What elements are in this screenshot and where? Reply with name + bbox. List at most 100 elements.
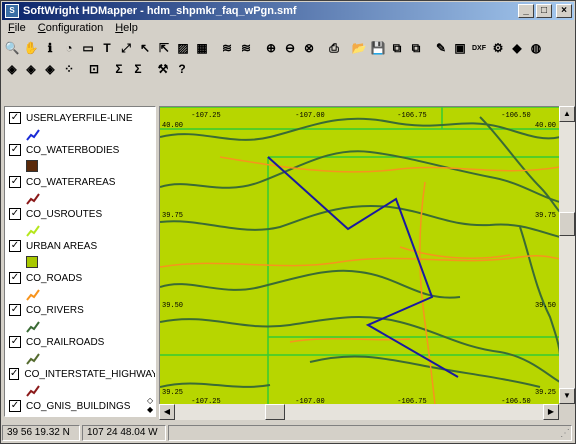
layer-add-icon[interactable]: ◈: [3, 60, 21, 78]
layer-list[interactable]: ✓ USERLAYERFILE-LINE ✓ CO_WATERBODIES ✓ CO_WA…: [4, 106, 156, 417]
right-latitude-label: 39.75: [535, 212, 556, 220]
layer-visibility-checkbox[interactable]: ✓: [9, 208, 21, 220]
scroll-down-button[interactable]: ▼: [559, 388, 575, 404]
left-latitude-label: 39.50: [162, 302, 183, 310]
layer-item[interactable]: ✓ CO_ROADS: [9, 271, 154, 302]
zoom-tool-icon[interactable]: 🔍: [3, 39, 21, 57]
title-bar: S SoftWright HDMapper - hdm_shpmkr_faq_w…: [2, 2, 574, 20]
layer-item[interactable]: ✓ CO_INTERSTATE_HIGHWAY: [9, 367, 156, 398]
layer-style-icon[interactable]: ◈: [22, 60, 40, 78]
horizontal-scrollbar[interactable]: ◀ ▶: [159, 404, 559, 420]
window-title: SoftWright HDMapper - hdm_shpmkr_faq_wPg…: [23, 5, 297, 17]
river-line: [160, 382, 271, 388]
layer-visibility-checkbox[interactable]: ✓: [9, 336, 21, 348]
info-icon[interactable]: ℹ: [41, 39, 59, 57]
map-view[interactable]: -107.25 -107.00 -106.75 -106.50 -107.25 -107.…: [159, 106, 559, 404]
scroll-left-button[interactable]: ◀: [159, 404, 175, 420]
layer-item[interactable]: ✓ CO_WATERAREAS: [9, 175, 154, 206]
layer-item[interactable]: ✓ CO_GNIS_BUILDINGS: [9, 399, 154, 417]
layer-line-swatch-icon: [26, 416, 40, 417]
edit-pointer-icon[interactable]: ⇱: [155, 39, 173, 57]
vertical-scrollbar[interactable]: ▲ ▼: [559, 106, 575, 404]
layer-item[interactable]: ✓ URBAN AREAS: [9, 239, 154, 268]
export-icon[interactable]: ⧉: [407, 39, 425, 57]
layer-item[interactable]: ✓ CO_WATERBODIES: [9, 143, 154, 172]
layer-item[interactable]: ✓ USERLAYERFILE-LINE: [9, 111, 154, 142]
pan-hand-icon[interactable]: ✋: [22, 39, 40, 57]
layers-icon[interactable]: ≋: [218, 39, 236, 57]
zoom-out-icon[interactable]: ⊖: [281, 39, 299, 57]
layer-name: CO_WATERAREAS: [26, 176, 116, 188]
layer-name: CO_INTERSTATE_HIGHWAY: [24, 368, 156, 380]
right-latitude-label: 40.00: [535, 122, 556, 130]
label-icon[interactable]: ▭: [79, 39, 97, 57]
scroll-up-button[interactable]: ▲: [559, 106, 575, 122]
zoom-in-icon[interactable]: ⊕: [262, 39, 280, 57]
top-longitude-label: -106.50: [501, 112, 530, 120]
dxf-icon[interactable]: DXF: [470, 39, 488, 57]
close-button[interactable]: ×: [556, 4, 572, 18]
menu-configuration[interactable]: Configuration: [32, 22, 109, 34]
vertical-scroll-thumb[interactable]: [559, 212, 575, 236]
gear-icon[interactable]: ⚙: [489, 39, 507, 57]
right-latitude-label: 39.25: [535, 389, 556, 397]
horizontal-scroll-thumb[interactable]: [265, 404, 285, 420]
layer-visibility-checkbox[interactable]: ✓: [9, 272, 21, 284]
help-icon[interactable]: ?: [173, 60, 191, 78]
points-icon[interactable]: ⁘: [60, 60, 78, 78]
menu-help[interactable]: Help: [109, 22, 144, 34]
layer-visibility-checkbox[interactable]: ✓: [9, 144, 21, 156]
app-window: S SoftWright HDMapper - hdm_shpmkr_faq_w…: [0, 0, 576, 444]
layer-visibility-checkbox[interactable]: ✓: [9, 304, 21, 316]
layer-item[interactable]: ✓ CO_RAILROADS: [9, 335, 154, 366]
menu-bar: File Configuration Help: [2, 20, 574, 36]
layer-item[interactable]: ✓ CO_USROUTES: [9, 207, 154, 238]
status-latitude: 39 56 19.32 N: [2, 425, 80, 441]
layer-item[interactable]: ✓ CO_RIVERS: [9, 303, 154, 334]
river-line: [160, 150, 559, 203]
terrain-icon[interactable]: ◆: [508, 39, 526, 57]
print-icon[interactable]: ⎙: [325, 39, 343, 57]
layer-line-swatch-icon: [26, 384, 40, 398]
menu-file[interactable]: File: [2, 22, 32, 34]
user-route-line: [267, 156, 459, 378]
pointer-icon[interactable]: ↖: [136, 39, 154, 57]
layer-edit-icon[interactable]: ◈: [41, 60, 59, 78]
river-line: [160, 269, 461, 299]
select-area-icon[interactable]: ◔: [60, 39, 78, 57]
text-tool-icon[interactable]: T: [98, 39, 116, 57]
minimize-button[interactable]: _: [518, 4, 534, 18]
properties-icon[interactable]: ✎: [432, 39, 450, 57]
road-line: [160, 255, 559, 268]
layer-visibility-checkbox[interactable]: ✓: [9, 400, 21, 412]
layer-visibility-checkbox[interactable]: ✓: [9, 368, 20, 380]
tag-icon[interactable]: ⊡: [85, 60, 103, 78]
layer-name: URBAN AREAS: [26, 240, 98, 252]
map-export-icon[interactable]: ▦: [193, 39, 211, 57]
river-line: [309, 355, 541, 388]
tools-icon[interactable]: ⚒: [154, 60, 172, 78]
status-longitude: 107 24 48.04 W: [82, 425, 166, 441]
layer-visibility-checkbox[interactable]: ✓: [9, 240, 21, 252]
map-view-icon[interactable]: ▨: [174, 39, 192, 57]
resize-grip-icon[interactable]: ⋰: [560, 428, 572, 440]
sum-icon[interactable]: Σ: [110, 60, 128, 78]
db-icon[interactable]: ▣: [451, 39, 469, 57]
measure-icon[interactable]: ⤢: [117, 39, 135, 57]
maximize-button[interactable]: □: [536, 4, 552, 18]
status-bar: 39 56 19.32 N 107 24 48.04 W ⋰: [2, 424, 574, 442]
zoom-cancel-icon[interactable]: ⊗: [300, 39, 318, 57]
import-icon[interactable]: ⧉: [388, 39, 406, 57]
layer-line-swatch-icon: [26, 288, 40, 302]
open-folder-icon[interactable]: 📂: [350, 39, 368, 57]
save-icon[interactable]: 💾: [369, 39, 387, 57]
layer-visibility-checkbox[interactable]: ✓: [9, 176, 21, 188]
layer-list-scroll-arrows[interactable]: ◇ ◆: [147, 396, 153, 414]
layers-alt-icon[interactable]: ≋: [237, 39, 255, 57]
scroll-right-button[interactable]: ▶: [543, 404, 559, 420]
sum-selected-icon[interactable]: Σ: [129, 60, 147, 78]
layer-name: CO_WATERBODIES: [26, 144, 120, 156]
map-canvas[interactable]: -107.25 -107.00 -106.75 -106.50-107.25 -107.…: [160, 107, 559, 404]
layer-visibility-checkbox[interactable]: ✓: [9, 112, 21, 124]
globe-icon[interactable]: ◍: [527, 39, 545, 57]
